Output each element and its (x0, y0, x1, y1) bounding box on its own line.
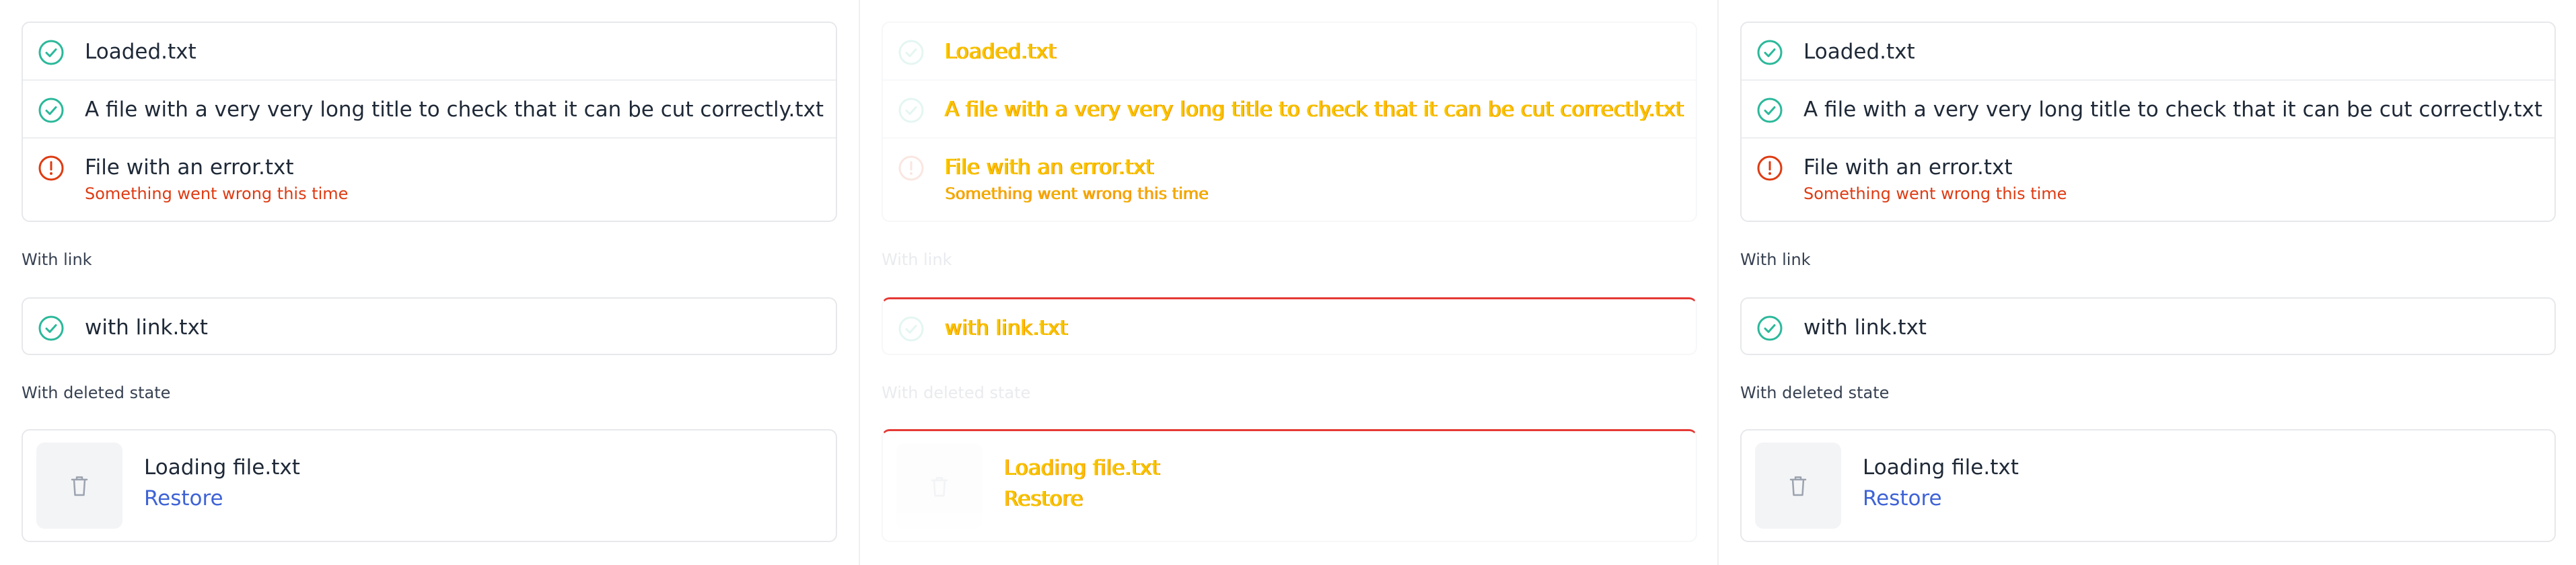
check-circle-icon (1756, 315, 1783, 342)
file-row-long-title: A file with a very very long title to ch… (1742, 81, 2554, 139)
error-message: Something went wrong this time (945, 184, 1209, 203)
file-list: Loaded.txt A file with a very very long … (22, 22, 837, 222)
file-name: File with an error.txt (945, 155, 1154, 180)
file-list: Loaded.txt A file with a very very long … (1740, 22, 2556, 222)
trash-icon-tile (896, 443, 982, 529)
file-name: File with an error.txt (85, 155, 294, 180)
alert-circle-icon (1756, 155, 1783, 182)
check-circle-icon (898, 97, 925, 124)
file-list: Loaded.txt A file with a very very long … (882, 22, 1697, 222)
panel-diff: Loaded.txt A file with a very very long … (859, 0, 1717, 565)
file-list-with-link: with link.txt (22, 297, 837, 355)
section-label-deleted: With deleted state (882, 383, 1031, 402)
file-list-with-link: with link.txt (882, 297, 1697, 355)
error-message: Something went wrong this time (1803, 184, 2067, 203)
file-name: Loaded.txt (945, 40, 1057, 64)
check-circle-icon (38, 97, 65, 124)
file-list-deleted: Loading file.txt Restore (882, 429, 1697, 542)
panel-original: Loaded.txt A file with a very very long … (0, 0, 859, 565)
restore-link[interactable]: Restore (144, 484, 223, 513)
section-label-with-link: With link (882, 250, 952, 269)
trash-icon-tile (1755, 443, 1841, 529)
file-row-error: File with an error.txt Something went wr… (23, 139, 836, 221)
file-row-link[interactable]: with link.txt (883, 299, 1696, 357)
trash-icon (71, 476, 88, 496)
section-label-deleted: With deleted state (1740, 383, 1890, 402)
file-name: File with an error.txt (1803, 155, 2013, 180)
deleted-file-name: Loading file.txt (1863, 455, 2019, 480)
file-name: A file with a very very long title to ch… (85, 98, 824, 122)
check-circle-icon (898, 315, 925, 342)
section-label-with-link: With link (22, 250, 92, 269)
file-row-long-title: A file with a very very long title to ch… (883, 81, 1696, 139)
file-row-link[interactable]: with link.txt (23, 299, 836, 356)
file-name: Loaded.txt (1803, 40, 1915, 64)
check-circle-icon (1756, 39, 1783, 66)
error-message: Something went wrong this time (85, 184, 349, 203)
section-label-deleted: With deleted state (22, 383, 171, 402)
file-row-error: File with an error.txt Something went wr… (883, 139, 1696, 221)
file-row-loaded: Loaded.txt (1742, 23, 2554, 81)
file-name: A file with a very very long title to ch… (945, 98, 1684, 122)
file-row-error: File with an error.txt Something went wr… (1742, 139, 2554, 221)
trash-icon (1789, 476, 1807, 496)
alert-circle-icon (898, 155, 925, 182)
section-label-with-link: With link (1740, 250, 1811, 269)
file-name-link[interactable]: with link.txt (945, 314, 1068, 342)
file-list-with-link: with link.txt (1740, 297, 2556, 355)
file-row-link[interactable]: with link.txt (1742, 299, 2554, 356)
panel-new: Loaded.txt A file with a very very long … (1717, 0, 2576, 565)
restore-link[interactable]: Restore (1004, 485, 1083, 513)
trash-icon (931, 477, 948, 497)
check-circle-icon (1756, 97, 1783, 124)
check-circle-icon (898, 39, 925, 66)
file-name: A file with a very very long title to ch… (1803, 98, 2543, 122)
file-name: Loaded.txt (85, 40, 196, 64)
file-list-deleted: Loading file.txt Restore (1740, 429, 2556, 542)
alert-circle-icon (38, 155, 65, 182)
file-name-link[interactable]: with link.txt (85, 313, 208, 342)
deleted-file-name: Loading file.txt (1004, 456, 1160, 480)
restore-link[interactable]: Restore (1863, 484, 1942, 513)
file-row-long-title: A file with a very very long title to ch… (23, 81, 836, 139)
file-list-deleted: Loading file.txt Restore (22, 429, 837, 542)
check-circle-icon (38, 39, 65, 66)
file-row-loaded: Loaded.txt (883, 23, 1696, 81)
file-name-link[interactable]: with link.txt (1803, 313, 1927, 342)
check-circle-icon (38, 315, 65, 342)
deleted-file-name: Loading file.txt (144, 455, 300, 480)
trash-icon-tile (36, 443, 122, 529)
file-row-loaded: Loaded.txt (23, 23, 836, 81)
